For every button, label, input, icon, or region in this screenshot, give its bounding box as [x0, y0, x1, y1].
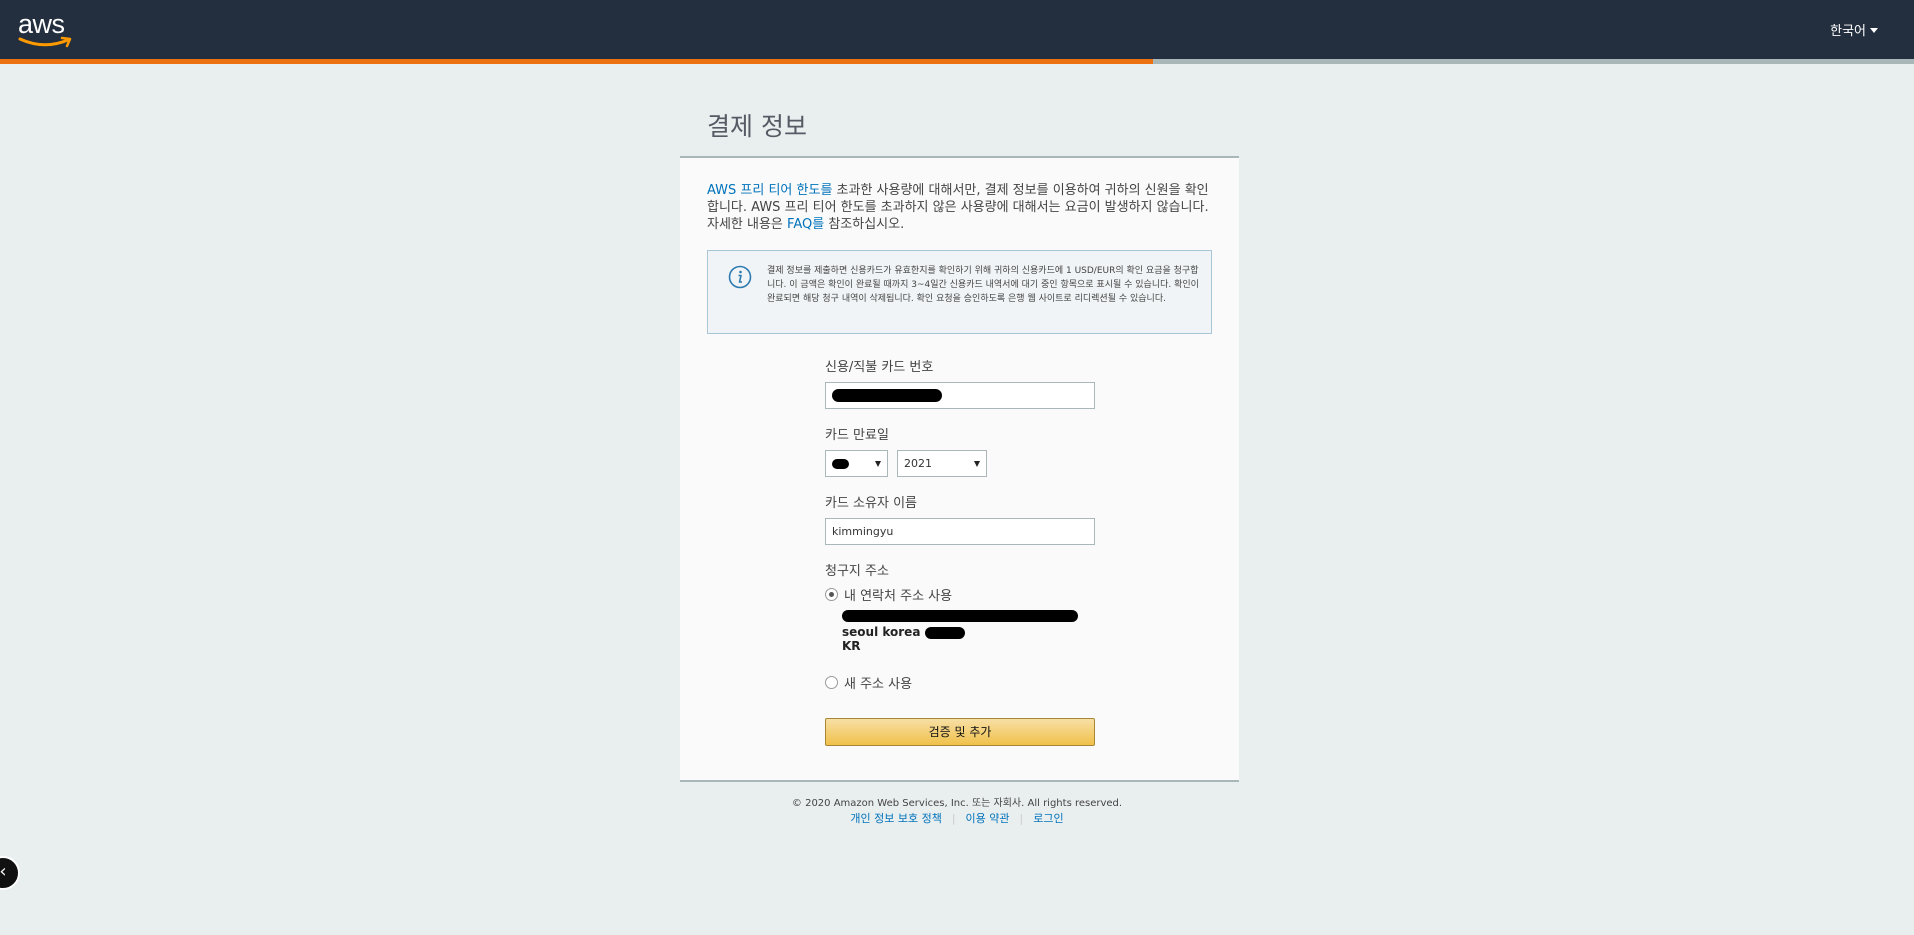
card-number-label: 신용/직불 카드 번호 — [825, 360, 934, 375]
free-tier-link[interactable]: AWS 프리 티어 한도를 — [707, 183, 832, 198]
language-label: 한국어 — [1830, 24, 1866, 39]
use-contact-address-radio[interactable] — [825, 588, 838, 601]
billing-address-label: 청구지 주소 — [825, 564, 889, 579]
new-address-label: 새 주소 사용 — [844, 677, 913, 692]
redacted-card-number — [832, 389, 942, 402]
chevron-down-icon — [1870, 28, 1878, 33]
payment-card-panel: AWS 프리 티어 한도를 초과한 사용량에 대해서만, 결제 정보를 이용하여… — [680, 156, 1239, 782]
address-city: seoul korea — [842, 625, 921, 639]
aws-smile-icon — [18, 36, 72, 48]
redacted-month — [832, 458, 849, 469]
address-line3: KR — [842, 639, 861, 653]
expiry-selects: 2021 — [825, 450, 1095, 477]
intro-text: AWS 프리 티어 한도를 초과한 사용량에 대해서만, 결제 정보를 이용하여… — [707, 182, 1212, 233]
contact-address: seoul korea KR — [842, 610, 1095, 653]
redacted-postal-code — [924, 626, 965, 639]
signup-progress-bar — [0, 59, 1914, 64]
terms-link[interactable]: 이용 약관 — [956, 812, 1020, 825]
use-contact-address-option[interactable]: 내 연락처 주소 사용 — [825, 585, 1095, 604]
address-line2: seoul korea — [842, 625, 1095, 639]
privacy-policy-link[interactable]: 개인 정보 보호 정책 — [840, 812, 951, 825]
payment-form: 신용/직불 카드 번호 카드 만료일 2021 카드 소유자 이름 kimmin… — [825, 356, 1095, 746]
expiry-year-select[interactable]: 2021 — [897, 450, 987, 477]
card-holder-label: 카드 소유자 이름 — [825, 496, 917, 511]
page-title: 결제 정보 — [707, 112, 807, 141]
footer-links: 개인 정보 보호 정책 | 이용 약관 | 로그인 — [0, 810, 1914, 826]
expiry-label: 카드 만료일 — [825, 428, 889, 443]
use-contact-address-label: 내 연락처 주소 사용 — [844, 589, 953, 604]
verification-info-box: 결제 정보를 제출하면 신용카드가 유효한지를 확인하기 위해 귀하의 신용카드… — [707, 250, 1212, 334]
footer-divider: | — [951, 812, 956, 825]
progress-fill — [0, 59, 1154, 64]
faq-link[interactable]: FAQ를 — [787, 217, 824, 232]
intro-text-part2: 참조하십시오. — [824, 217, 905, 232]
card-holder-value: kimmingyu — [832, 525, 894, 538]
aws-logo-text: aws — [18, 9, 65, 39]
info-icon — [728, 265, 752, 289]
top-navigation-bar: aws 한국어 — [0, 0, 1914, 59]
collapse-chevron-icon[interactable]: ‹ — [0, 856, 20, 890]
card-holder-input[interactable]: kimmingyu — [825, 518, 1095, 545]
aws-logo[interactable]: aws — [18, 10, 74, 48]
dropdown-arrow-icon — [875, 460, 881, 467]
footer-copyright: © 2020 Amazon Web Services, Inc. 또는 자회사.… — [791, 798, 1123, 809]
info-text: 결제 정보를 제출하면 신용카드가 유효한지를 확인하기 위해 귀하의 신용카드… — [767, 266, 1199, 304]
verify-and-add-button[interactable]: 검증 및 추가 — [825, 718, 1095, 746]
new-address-radio[interactable] — [825, 676, 838, 689]
address-line1 — [842, 610, 1095, 625]
dropdown-arrow-icon — [974, 460, 980, 467]
redacted-address-line — [842, 610, 1078, 622]
language-selector[interactable]: 한국어 — [1830, 20, 1878, 39]
expiry-month-select[interactable] — [825, 450, 888, 477]
new-address-option[interactable]: 새 주소 사용 — [825, 673, 1095, 692]
card-number-input[interactable] — [825, 382, 1095, 409]
expiry-year-value: 2021 — [904, 457, 932, 470]
login-link[interactable]: 로그인 — [1023, 812, 1073, 825]
